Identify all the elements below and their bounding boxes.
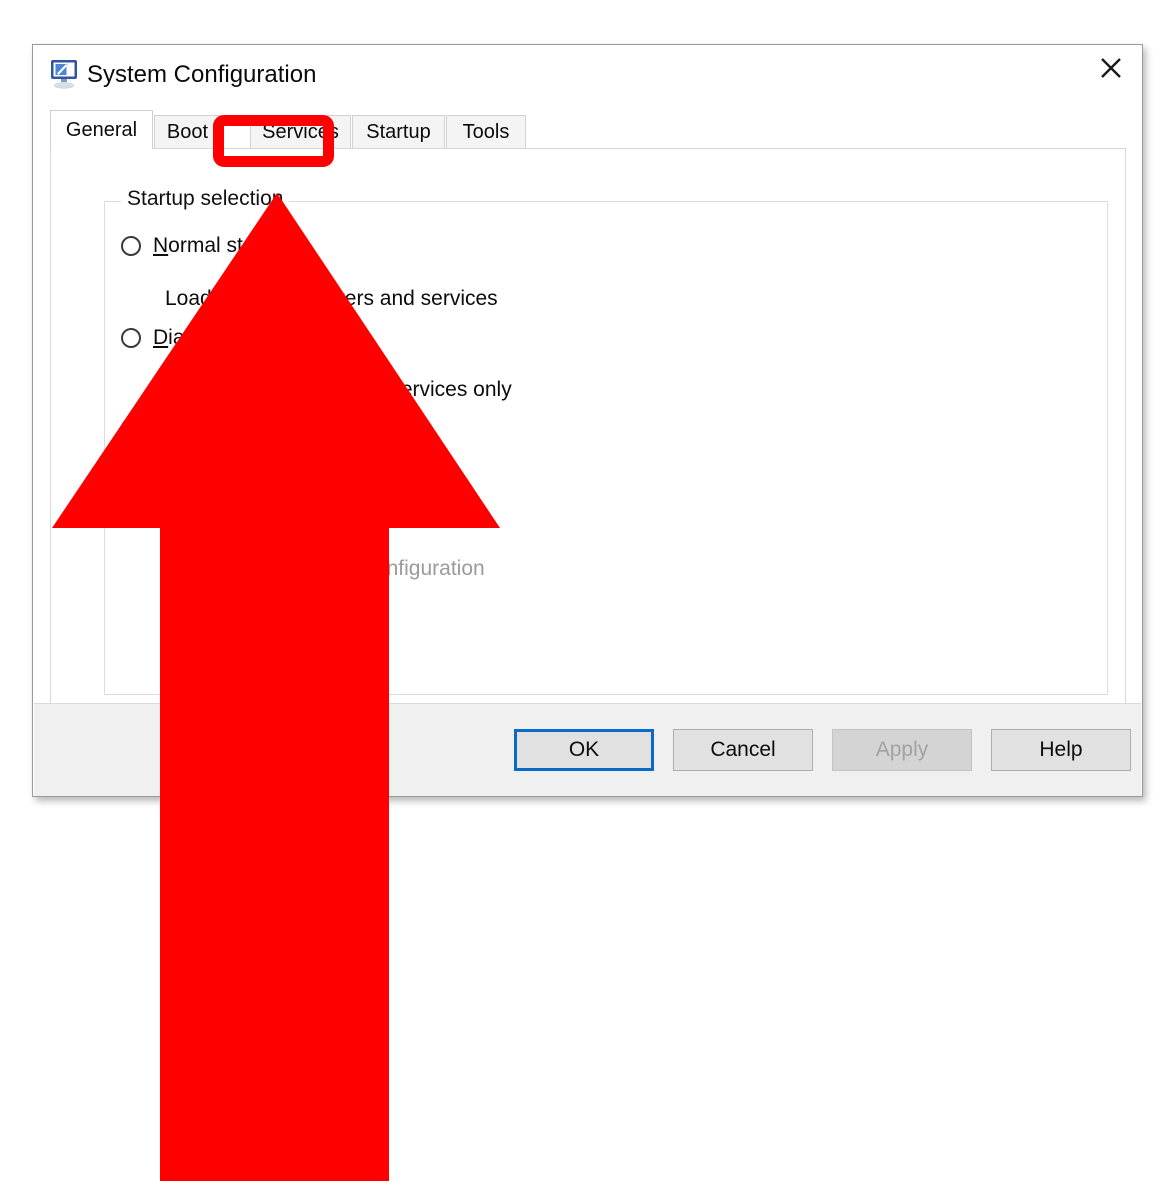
close-icon[interactable] [1080,45,1142,90]
system-configuration-window: System Configuration General Boot Servic… [32,44,1143,797]
ok-button[interactable]: OK [514,729,654,771]
window-title: System Configuration [87,61,317,88]
tab-boot[interactable]: Boot [154,115,221,149]
checkbox-label: Use original boot configuration [201,557,485,580]
apply-button: Apply [832,729,972,771]
radio-diagnostic-startup-label-rest: iagnostic startup [168,326,322,349]
tab-strip: General Boot Services Startup Tools [50,110,1125,149]
checkbox-use-original-boot-configuration: Use original boot configuration [169,557,485,581]
accel-d: D [153,326,169,349]
cancel-button[interactable]: Cancel [673,729,813,771]
dialog-footer: OK Cancel Apply Help [34,703,1141,796]
startup-selection-legend: Startup selection [121,187,290,211]
radio-normal-startup-indicator [121,236,141,256]
normal-startup-description: Load all device drivers and services [165,287,498,310]
tab-services[interactable]: Services [250,115,351,149]
radio-normal-startup-label: Normal startup [153,234,291,258]
radio-selective-startup[interactable]: Selective startup [121,416,308,440]
startup-selection-group: Startup selection Normal startup Load al… [104,187,1108,695]
radio-selective-startup-label: Selective startup [153,416,308,440]
radio-diagnostic-startup-indicator [121,328,141,348]
system-configuration-icon [48,57,82,91]
help-button[interactable]: Help [991,729,1131,771]
radio-diagnostic-startup-label: Diagnostic startup [153,326,321,350]
accel-n: N [153,234,169,257]
accel-s: S [153,416,168,439]
diagnostic-startup-description: Load basic devices and services only [165,378,512,401]
radio-normal-startup[interactable]: Normal startup [121,234,291,258]
radio-normal-startup-label-rest: ormal startup [168,234,291,257]
radio-selective-startup-label-rest: elective startup [167,416,309,439]
checkbox-indicator [169,559,189,579]
tab-general[interactable]: General [50,110,153,149]
tab-startup[interactable]: Startup [352,115,445,149]
title-bar: System Configuration [33,45,1142,103]
general-tab-panel: Startup selection Normal startup Load al… [50,148,1126,765]
radio-selective-startup-indicator [121,418,141,438]
radio-diagnostic-startup[interactable]: Diagnostic startup [121,326,321,350]
tab-tools[interactable]: Tools [446,115,526,149]
